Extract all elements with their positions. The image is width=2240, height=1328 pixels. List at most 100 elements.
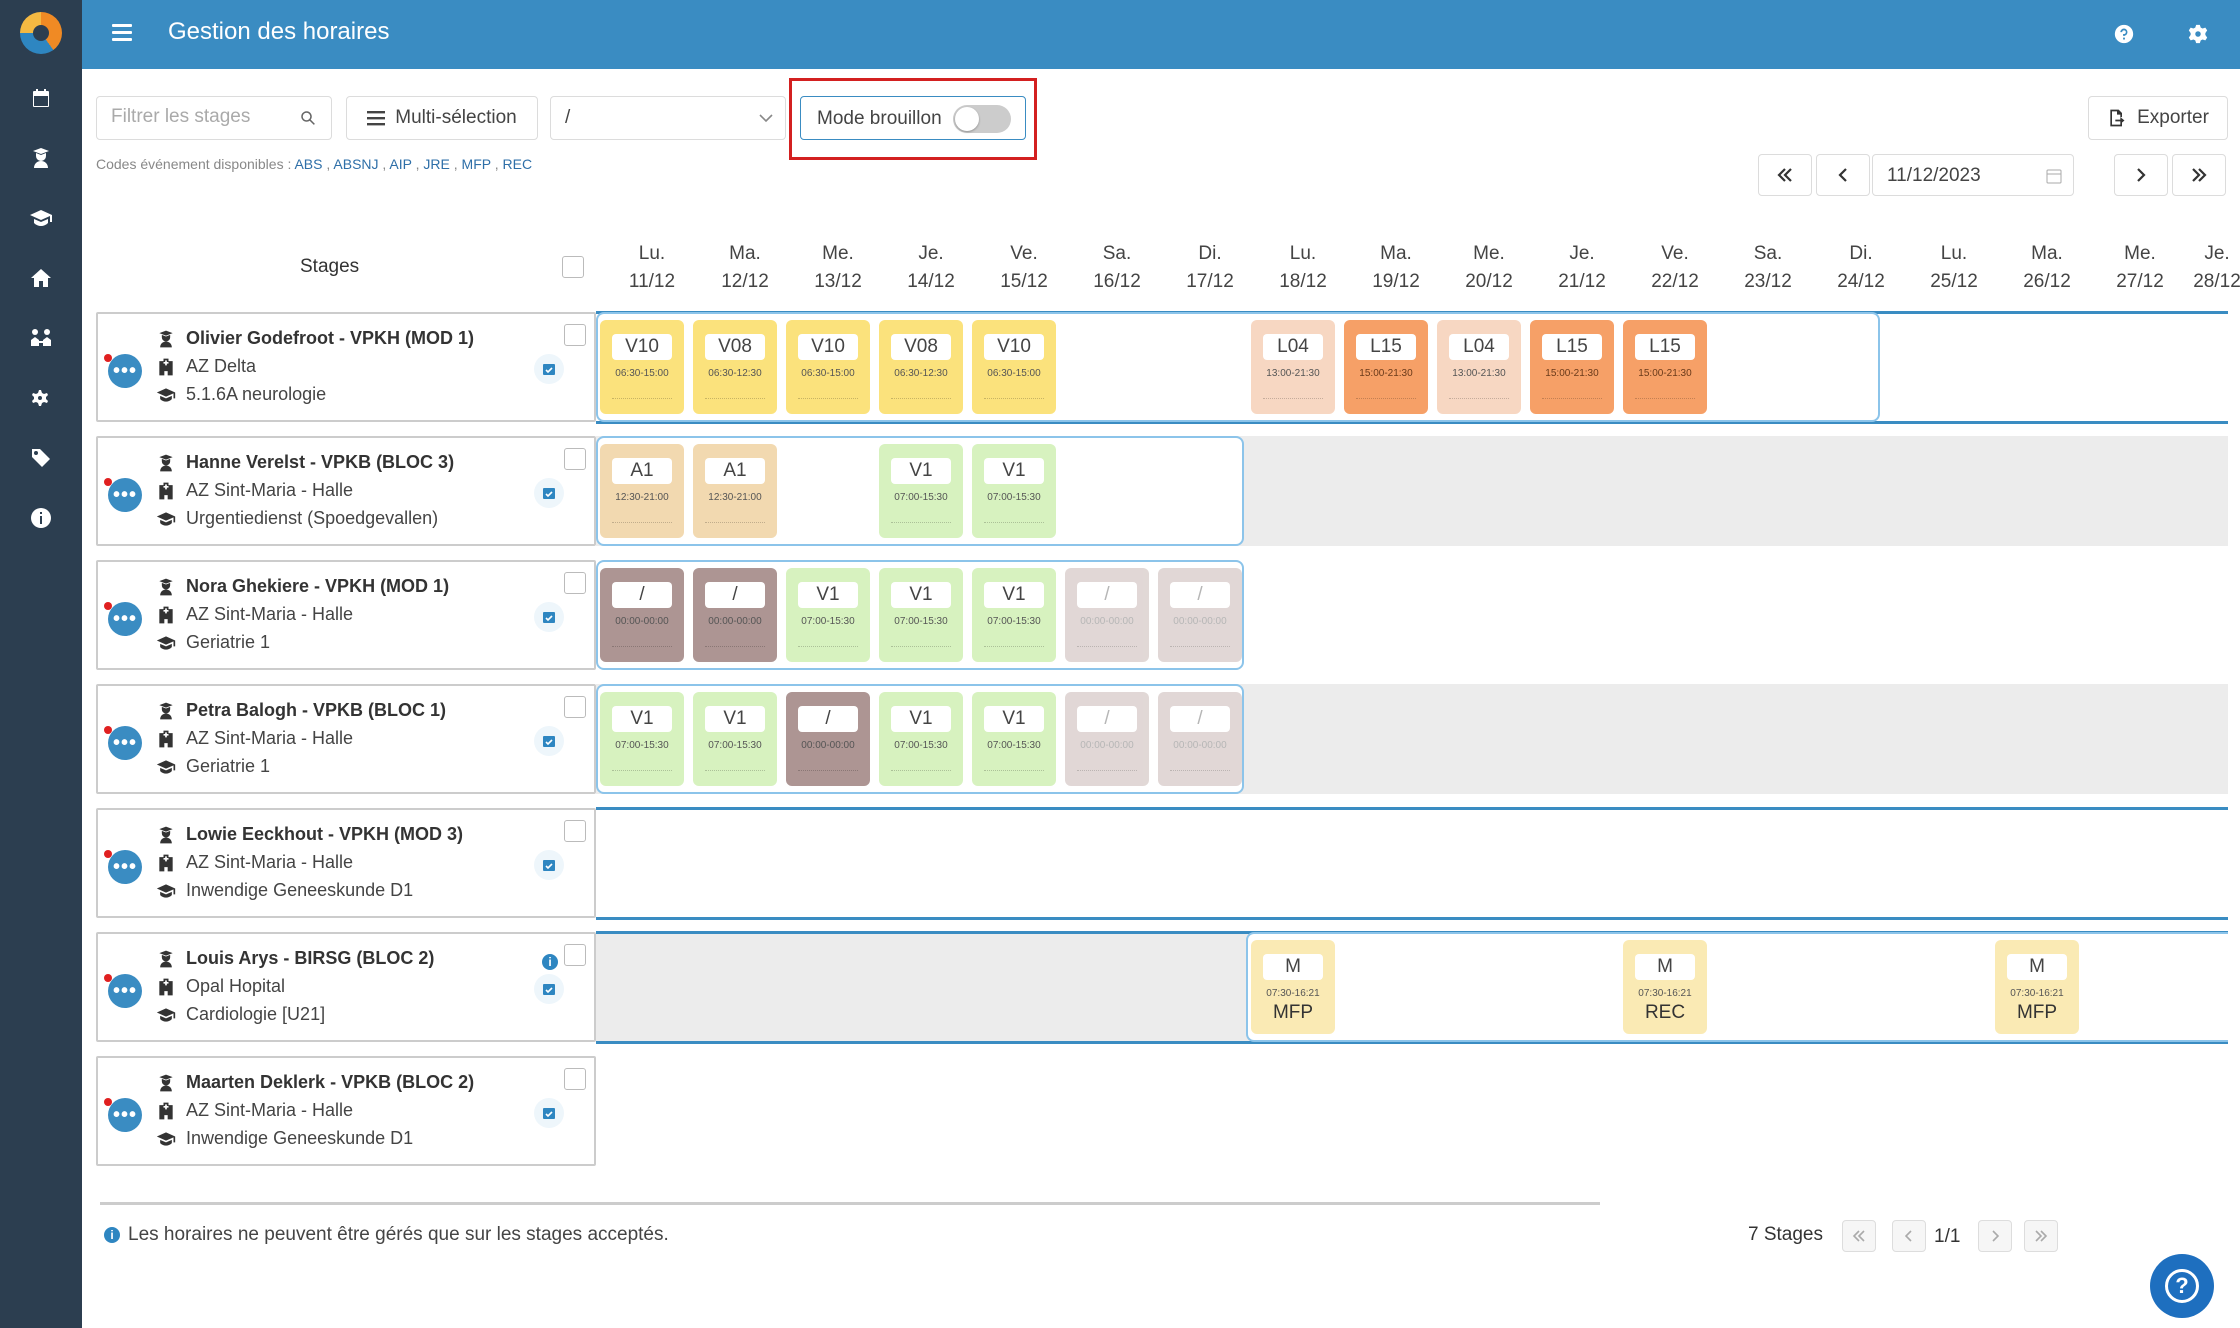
shift-block[interactable]: / 00:00-00:00 — [1158, 692, 1242, 786]
graduation-cap-icon[interactable] — [0, 198, 82, 238]
shift-block[interactable]: L15 15:00-21:30 — [1530, 320, 1614, 414]
stage-card[interactable]: ••• Hanne Verelst - VPKB (BLOC 3) AZ Sint-… — [96, 436, 596, 546]
stage-card[interactable]: ••• Maarten Deklerk - VPKB (BLOC 2) AZ Sin… — [96, 1056, 596, 1166]
event-code-link[interactable]: JRE — [423, 156, 449, 172]
shift-block[interactable]: / 00:00-00:00 — [1065, 568, 1149, 662]
shift-block[interactable]: L15 15:00-21:30 — [1623, 320, 1707, 414]
shift-block[interactable]: M 07:30-16:21 MFP — [1251, 940, 1335, 1034]
shift-time: 07:00-15:30 — [615, 740, 669, 751]
shift-block[interactable]: / 00:00-00:00 — [693, 568, 777, 662]
shift-block[interactable]: V1 07:00-15:30 — [879, 568, 963, 662]
previous-week-button[interactable] — [1816, 154, 1870, 196]
draft-mode-toggle[interactable] — [953, 105, 1011, 133]
multi-select-button[interactable]: Multi-sélection — [346, 96, 538, 140]
stage-card[interactable]: ••• Petra Balogh - VPKB (BLOC 1) AZ Sint-M… — [96, 684, 596, 794]
stage-checkbox[interactable] — [564, 1068, 586, 1090]
stage-card[interactable]: ••• Louis Arys - BIRSG (BLOC 2) Opal Hopit… — [96, 932, 596, 1042]
schedule-calendar-button[interactable] — [534, 1098, 564, 1128]
schedule-calendar-button[interactable] — [534, 354, 564, 384]
shift-block[interactable]: V08 06:30-12:30 — [693, 320, 777, 414]
shift-block[interactable]: / 00:00-00:00 — [600, 568, 684, 662]
shift-block[interactable]: A1 12:30-21:00 — [693, 444, 777, 538]
shift-block[interactable]: / 00:00-00:00 — [1158, 568, 1242, 662]
more-options-button[interactable]: ••• — [108, 1098, 142, 1132]
more-options-button[interactable]: ••• — [108, 726, 142, 760]
info-icon[interactable]: i — [542, 954, 558, 970]
help-icon[interactable] — [2110, 20, 2138, 48]
schedule-calendar-button[interactable] — [534, 974, 564, 1004]
shift-block[interactable]: V1 07:00-15:30 — [972, 692, 1056, 786]
info-icon[interactable] — [0, 498, 82, 538]
menu-icon[interactable] — [112, 24, 132, 44]
shift-block[interactable]: V1 07:00-15:30 — [972, 568, 1056, 662]
shift-block[interactable]: / 00:00-00:00 — [1065, 692, 1149, 786]
shift-code: V1 — [984, 458, 1044, 484]
stage-checkbox[interactable] — [564, 820, 586, 842]
shift-block[interactable]: V1 07:00-15:30 — [786, 568, 870, 662]
shift-block[interactable]: / 00:00-00:00 — [786, 692, 870, 786]
event-code-link[interactable]: MFP — [462, 156, 491, 172]
first-week-button[interactable] — [1758, 154, 1812, 196]
more-options-button[interactable]: ••• — [108, 602, 142, 636]
last-week-button[interactable] — [2172, 154, 2226, 196]
shift-block[interactable]: L15 15:00-21:30 — [1344, 320, 1428, 414]
stage-checkbox[interactable] — [564, 572, 586, 594]
shift-block[interactable]: V1 07:00-15:30 — [879, 692, 963, 786]
stage-checkbox[interactable] — [564, 448, 586, 470]
shift-code: / — [1170, 582, 1230, 608]
shift-block[interactable]: V1 07:00-15:30 — [879, 444, 963, 538]
shift-block[interactable]: V1 07:00-15:30 — [693, 692, 777, 786]
event-code-link[interactable]: ABS — [294, 156, 322, 172]
users-connect-icon[interactable] — [0, 318, 82, 358]
next-week-button[interactable] — [2114, 154, 2168, 196]
search-input[interactable] — [111, 97, 291, 137]
event-code-link[interactable]: REC — [503, 156, 533, 172]
help-chat-button[interactable]: ? — [2150, 1254, 2214, 1318]
shift-block[interactable]: V08 06:30-12:30 — [879, 320, 963, 414]
draft-mode-control[interactable]: Mode brouillon — [800, 96, 1026, 140]
shift-block[interactable]: V10 06:30-15:00 — [600, 320, 684, 414]
schedule-calendar-button[interactable] — [534, 478, 564, 508]
app-logo[interactable] — [20, 12, 62, 54]
date-input[interactable]: 11/12/2023 — [1872, 154, 2074, 196]
stage-card[interactable]: ••• Nora Ghekiere - VPKH (MOD 1) AZ Sint-M… — [96, 560, 596, 670]
schedule-calendar-button[interactable] — [534, 850, 564, 880]
export-button[interactable]: Exporter — [2088, 96, 2228, 140]
more-options-button[interactable]: ••• — [108, 478, 142, 512]
shift-block[interactable]: M 07:30-16:21 REC — [1623, 940, 1707, 1034]
tags-icon[interactable] — [0, 438, 82, 478]
stage-checkbox[interactable] — [564, 944, 586, 966]
shift-block[interactable]: V1 07:00-15:30 — [972, 444, 1056, 538]
shift-block[interactable]: V10 06:30-15:00 — [972, 320, 1056, 414]
calendar-icon[interactable] — [0, 78, 82, 118]
previous-page-button[interactable] — [1892, 1220, 1926, 1252]
shift-block[interactable]: V10 06:30-15:00 — [786, 320, 870, 414]
stage-card[interactable]: ••• Olivier Godefroot - VPKH (MOD 1) AZ De… — [96, 312, 596, 422]
search-field[interactable] — [96, 96, 332, 140]
shift-block[interactable]: V1 07:00-15:30 — [600, 692, 684, 786]
next-page-button[interactable] — [1978, 1220, 2012, 1252]
shift-block[interactable]: L04 13:00-21:30 — [1251, 320, 1335, 414]
student-icon[interactable] — [0, 138, 82, 178]
shift-block[interactable]: A1 12:30-21:00 — [600, 444, 684, 538]
more-options-button[interactable]: ••• — [108, 354, 142, 388]
schedule-calendar-button[interactable] — [534, 602, 564, 632]
event-code-link[interactable]: ABSNJ — [333, 156, 378, 172]
schedule-calendar-button[interactable] — [534, 726, 564, 756]
home-icon[interactable] — [0, 258, 82, 298]
stage-checkbox[interactable] — [564, 696, 586, 718]
select-all-checkbox[interactable] — [562, 256, 584, 278]
service-line: Inwendige Geneeskunde D1 — [156, 880, 413, 901]
cogs-icon[interactable] — [0, 378, 82, 418]
event-code-link[interactable]: AIP — [389, 156, 411, 172]
shift-block[interactable]: M 07:30-16:21 MFP — [1995, 940, 2079, 1034]
first-page-button[interactable] — [1842, 1220, 1876, 1252]
filter-select[interactable]: / — [550, 96, 786, 140]
stage-card[interactable]: ••• Lowie Eeckhout - VPKH (MOD 3) AZ Sint-… — [96, 808, 596, 918]
settings-icon[interactable] — [2184, 20, 2212, 48]
shift-block[interactable]: L04 13:00-21:30 — [1437, 320, 1521, 414]
stage-checkbox[interactable] — [564, 324, 586, 346]
more-options-button[interactable]: ••• — [108, 850, 142, 884]
last-page-button[interactable] — [2024, 1220, 2058, 1252]
more-options-button[interactable]: ••• — [108, 974, 142, 1008]
